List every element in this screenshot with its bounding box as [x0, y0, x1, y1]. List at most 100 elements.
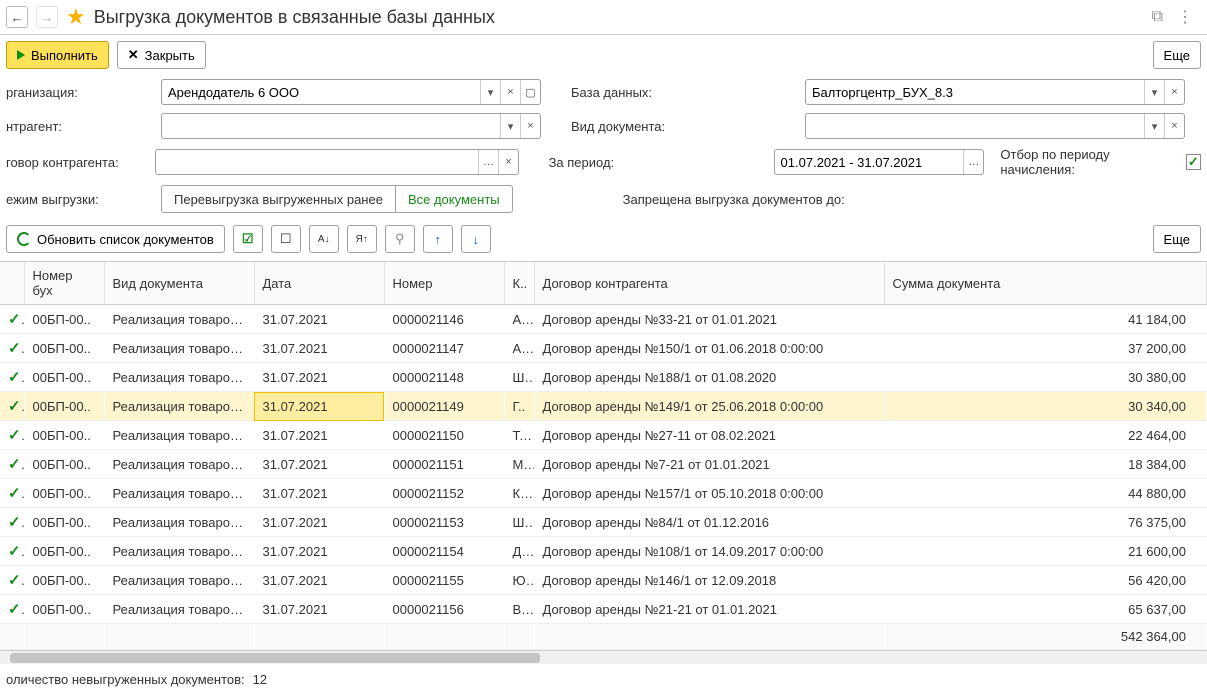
period-input[interactable]: [775, 150, 964, 174]
row-sum: 41 184,00: [884, 305, 1207, 334]
db-clear-icon[interactable]: ×: [1164, 80, 1184, 104]
table-total: 542 364,00: [884, 624, 1207, 650]
row-check[interactable]: ✓: [0, 392, 24, 421]
org-dropdown-icon[interactable]: ▾: [480, 80, 500, 104]
table-row[interactable]: ✓00БП-00..Реализация товаров ...31.07.20…: [0, 334, 1207, 363]
row-check[interactable]: ✓: [0, 566, 24, 595]
filter-icon: ⚲: [395, 231, 405, 247]
table-row[interactable]: ✓00БП-00..Реализация товаров ...31.07.20…: [0, 363, 1207, 392]
contract-field[interactable]: … ×: [155, 149, 519, 175]
horizontal-scrollbar[interactable]: [0, 650, 1207, 664]
db-field[interactable]: ▾ ×: [805, 79, 1185, 105]
refresh-list-button[interactable]: Обновить список документов: [6, 225, 225, 253]
scrollbar-thumb[interactable]: [10, 653, 540, 663]
doctype-label: Вид документа:: [571, 119, 751, 134]
row-check[interactable]: ✓: [0, 479, 24, 508]
sort-az-button[interactable]: А↓: [309, 225, 339, 253]
doctype-clear-icon[interactable]: ×: [1164, 114, 1184, 138]
row-doctype: Реализация товаров ...: [104, 537, 254, 566]
execute-button-label: Выполнить: [31, 48, 98, 63]
check-icon: ✓: [8, 543, 24, 560]
row-date: 31.07.2021: [254, 450, 384, 479]
unexported-count-label: оличество невыгруженных документов:: [6, 672, 245, 687]
row-check[interactable]: ✓: [0, 450, 24, 479]
contr-dropdown-icon[interactable]: ▾: [500, 114, 520, 138]
mode-segment: Перевыгрузка выгруженных ранее Все докум…: [161, 185, 513, 213]
move-down-button[interactable]: ↓: [461, 225, 491, 253]
nav-back-button[interactable]: ←: [6, 6, 28, 28]
contr-input[interactable]: [162, 114, 500, 138]
row-check[interactable]: ✓: [0, 305, 24, 334]
row-check[interactable]: ✓: [0, 363, 24, 392]
org-open-icon[interactable]: ▢: [520, 80, 540, 104]
table-row[interactable]: ✓00БП-00..Реализация товаров ...31.07.20…: [0, 508, 1207, 537]
org-clear-icon[interactable]: ×: [500, 80, 520, 104]
execute-button[interactable]: Выполнить: [6, 41, 109, 69]
check-icon: ✓: [8, 572, 24, 589]
db-dropdown-icon[interactable]: ▾: [1144, 80, 1164, 104]
kebab-menu-icon[interactable]: ⋮: [1177, 7, 1193, 27]
row-contract: Договор аренды №149/1 от 25.06.2018 0:00…: [534, 392, 884, 421]
period-ellipsis-icon[interactable]: …: [963, 150, 983, 174]
list-toolbar: Обновить список документов ☑ ☐ А↓ Я↑ ⚲ ↑…: [0, 221, 1207, 261]
row-check[interactable]: ✓: [0, 537, 24, 566]
period-filter-checkbox[interactable]: ✓: [1186, 154, 1201, 170]
favorite-star-icon[interactable]: ★: [66, 4, 86, 30]
doctype-input[interactable]: [806, 114, 1144, 138]
table-row[interactable]: ✓00БП-00..Реализация товаров ...31.07.20…: [0, 392, 1207, 421]
col-doctype[interactable]: Вид документа: [104, 262, 254, 305]
table-row[interactable]: ✓00БП-00..Реализация товаров ...31.07.20…: [0, 479, 1207, 508]
row-check[interactable]: ✓: [0, 334, 24, 363]
close-button[interactable]: ✕ Закрыть: [117, 41, 206, 69]
row-contract: Договор аренды №21-21 от 01.01.2021: [534, 595, 884, 624]
table-row[interactable]: ✓00БП-00..Реализация товаров ...31.07.20…: [0, 305, 1207, 334]
col-k[interactable]: К..: [504, 262, 534, 305]
uncheck-all-button[interactable]: ☐: [271, 225, 301, 253]
mode-reload-option[interactable]: Перевыгрузка выгруженных ранее: [162, 186, 395, 212]
contract-input[interactable]: [156, 150, 478, 174]
doctype-field[interactable]: ▾ ×: [805, 113, 1185, 139]
row-numacc: 00БП-00..: [24, 305, 104, 334]
more-button-top[interactable]: Еще: [1153, 41, 1201, 69]
table-row[interactable]: ✓00БП-00..Реализация товаров ...31.07.20…: [0, 421, 1207, 450]
row-sum: 44 880,00: [884, 479, 1207, 508]
contract-ellipsis-icon[interactable]: …: [478, 150, 498, 174]
contr-label: нтрагент:: [6, 119, 151, 134]
col-num[interactable]: Номер: [384, 262, 504, 305]
period-field[interactable]: …: [774, 149, 985, 175]
org-input[interactable]: [162, 80, 480, 104]
contract-clear-icon[interactable]: ×: [498, 150, 518, 174]
col-date[interactable]: Дата: [254, 262, 384, 305]
mode-all-option[interactable]: Все документы: [395, 186, 512, 212]
org-field[interactable]: ▾ × ▢: [161, 79, 541, 105]
table-row[interactable]: ✓00БП-00..Реализация товаров ...31.07.20…: [0, 450, 1207, 479]
move-up-button[interactable]: ↑: [423, 225, 453, 253]
check-icon: ✓: [8, 485, 24, 502]
col-sum[interactable]: Сумма документа: [884, 262, 1207, 305]
row-check[interactable]: ✓: [0, 595, 24, 624]
row-k: В..: [504, 595, 534, 624]
check-all-button[interactable]: ☑: [233, 225, 263, 253]
col-numacc[interactable]: Номер бух: [24, 262, 104, 305]
row-check[interactable]: ✓: [0, 421, 24, 450]
contr-clear-icon[interactable]: ×: [520, 114, 540, 138]
row-check[interactable]: ✓: [0, 508, 24, 537]
more-button-list[interactable]: Еще: [1153, 225, 1201, 253]
row-sum: 30 380,00: [884, 363, 1207, 392]
table-row[interactable]: ✓00БП-00..Реализация товаров ...31.07.20…: [0, 595, 1207, 624]
table-row[interactable]: ✓00БП-00..Реализация товаров ...31.07.20…: [0, 566, 1207, 595]
contr-field[interactable]: ▾ ×: [161, 113, 541, 139]
filter-button[interactable]: ⚲: [385, 225, 415, 253]
table-row[interactable]: ✓00БП-00..Реализация товаров ...31.07.20…: [0, 537, 1207, 566]
filter-form: рганизация: ▾ × ▢ База данных: ▾ × нтраг…: [0, 79, 1207, 213]
nav-forward-button[interactable]: →: [36, 6, 58, 28]
contract-label: говор контрагента:: [6, 155, 145, 170]
page-title: Выгрузка документов в связанные базы дан…: [94, 7, 495, 28]
row-num: 0000021152: [384, 479, 504, 508]
sort-za-button[interactable]: Я↑: [347, 225, 377, 253]
db-input[interactable]: [806, 80, 1144, 104]
col-check[interactable]: [0, 262, 24, 305]
col-contract[interactable]: Договор контрагента: [534, 262, 884, 305]
doctype-dropdown-icon[interactable]: ▾: [1144, 114, 1164, 138]
link-icon[interactable]: ⧉: [1152, 8, 1163, 26]
